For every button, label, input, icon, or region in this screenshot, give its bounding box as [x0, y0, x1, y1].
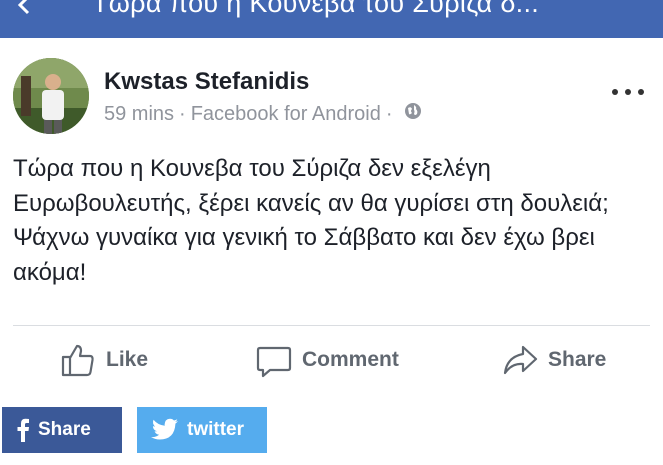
thumbs-up-icon [61, 344, 94, 377]
divider [13, 325, 650, 326]
post-source: Facebook for Android [190, 102, 381, 125]
twitter-share-label: twitter [187, 419, 244, 440]
comment-button[interactable]: Comment [256, 336, 399, 384]
globe-icon [404, 102, 422, 126]
post-body: Τώρα που η Κουνεβα του Σύριζα δεν εξελέγ… [13, 155, 609, 286]
like-button[interactable]: Like [60, 336, 148, 384]
page-title: Τώρα που η Κουνέβα του Σύριζα δ... [92, 0, 540, 18]
social-share-bar: Share twitter [0, 407, 663, 453]
facebook-share-label: Share [38, 419, 91, 440]
meta-separator: · [385, 102, 393, 125]
twitter-share-button[interactable]: twitter [137, 407, 267, 453]
post-meta: 59 mins · Facebook for Android · [104, 102, 422, 126]
more-options-icon[interactable] [612, 86, 644, 98]
facebook-icon [17, 418, 29, 442]
facebook-share-button[interactable]: Share [2, 407, 122, 453]
author-name[interactable]: Kwstas Stefanidis [104, 68, 309, 96]
post-time[interactable]: 59 mins [104, 103, 174, 126]
top-bar: Τώρα που η Κουνέβα του Σύριζα δ... [0, 0, 663, 38]
meta-separator: · [179, 102, 186, 125]
like-label: Like [106, 348, 149, 371]
post-card: Kwstas Stefanidis 59 mins · Facebook for… [0, 38, 663, 393]
avatar[interactable] [13, 58, 89, 134]
comment-icon [256, 346, 292, 378]
comment-label: Comment [302, 348, 399, 371]
share-label: Share [548, 348, 607, 371]
back-arrow-icon[interactable] [10, 0, 40, 20]
share-action-button[interactable]: Share [502, 336, 606, 384]
action-bar: Like Comment Share [0, 336, 663, 384]
share-arrow-icon [503, 345, 538, 375]
twitter-icon [151, 418, 178, 440]
